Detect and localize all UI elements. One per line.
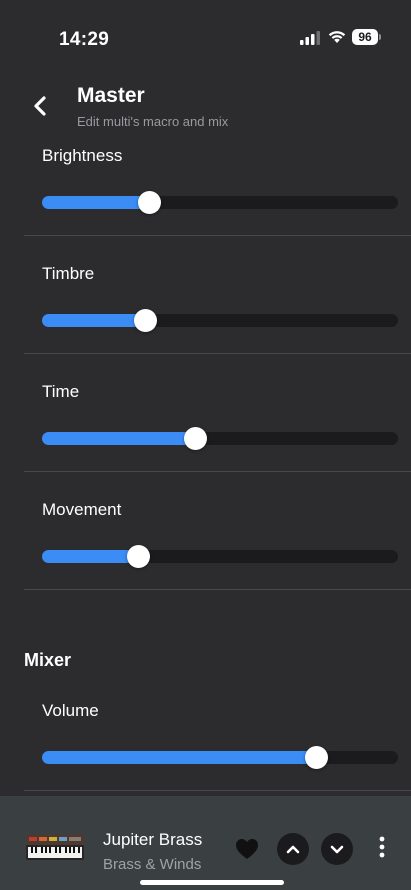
brightness-slider[interactable] xyxy=(42,189,398,215)
page-subtitle: Edit multi's macro and mix xyxy=(77,114,229,129)
header xyxy=(0,70,411,140)
cellular-signal-icon xyxy=(300,31,320,45)
time-label: Time xyxy=(42,382,80,401)
battery-level: 96 xyxy=(352,29,378,45)
movement-slider[interactable] xyxy=(42,543,398,569)
brightness-label: Brightness xyxy=(42,146,123,165)
time-slider[interactable] xyxy=(42,425,398,451)
divider xyxy=(24,235,411,236)
divider xyxy=(24,790,411,791)
synth-thumbnail xyxy=(26,834,84,860)
volume-label: Volume xyxy=(42,701,99,720)
player-subtitle: Brass & Winds xyxy=(103,856,202,873)
home-indicator xyxy=(140,880,284,885)
chevron-down-icon xyxy=(330,845,344,854)
timbre-label: Timbre xyxy=(42,264,95,283)
heart-icon[interactable] xyxy=(235,838,259,860)
slider-thumb[interactable] xyxy=(184,427,207,450)
slider-fill xyxy=(42,550,138,563)
volume-slider[interactable] xyxy=(42,744,398,770)
slider-thumb[interactable] xyxy=(134,309,157,332)
wifi-icon xyxy=(328,31,346,43)
back-button[interactable] xyxy=(30,94,52,118)
divider xyxy=(24,353,411,354)
movement-label: Movement xyxy=(42,500,122,519)
divider xyxy=(24,589,411,590)
chevron-left-icon xyxy=(34,96,46,116)
next-preset-button[interactable] xyxy=(321,833,353,865)
slider-fill xyxy=(42,432,195,445)
previous-preset-button[interactable] xyxy=(277,833,309,865)
battery-tip xyxy=(379,34,381,40)
slider-thumb[interactable] xyxy=(138,191,161,214)
slider-fill xyxy=(42,196,149,209)
status-time: 14:29 xyxy=(59,29,110,50)
more-vertical-icon[interactable] xyxy=(372,834,392,860)
divider xyxy=(24,471,411,472)
mixer-section-title: Mixer xyxy=(24,650,72,670)
battery-icon: 96 xyxy=(352,29,382,46)
slider-fill xyxy=(42,314,145,327)
mini-player[interactable]: Jupiter Brass Brass & Winds xyxy=(0,796,411,890)
player-title: Jupiter Brass xyxy=(103,830,203,849)
slider-thumb[interactable] xyxy=(305,746,328,769)
chevron-up-icon xyxy=(286,845,300,854)
slider-thumb[interactable] xyxy=(127,545,150,568)
slider-fill xyxy=(42,751,316,764)
status-bar: 14:29 96 xyxy=(0,0,411,70)
page-title: Master xyxy=(77,84,145,107)
timbre-slider[interactable] xyxy=(42,307,398,333)
